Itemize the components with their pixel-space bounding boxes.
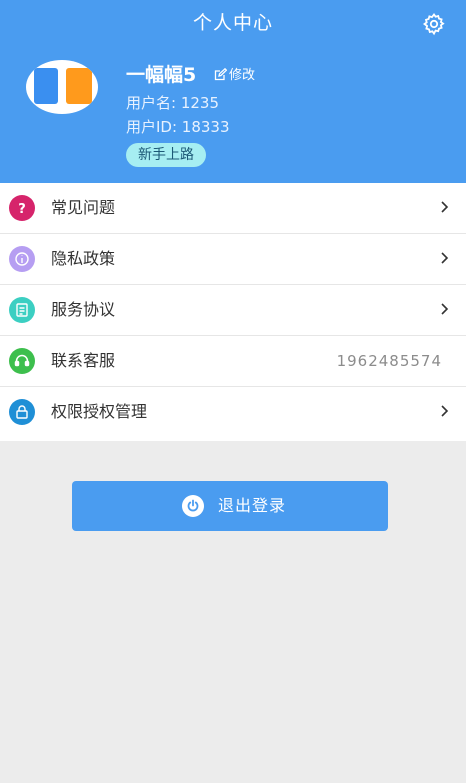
menu-item-label: 常见问题 xyxy=(51,198,116,217)
chevron-right-icon xyxy=(441,303,449,315)
logout-label: 退出登录 xyxy=(218,496,287,515)
menu-item-label: 服务协议 xyxy=(51,300,116,319)
chevron-right-icon xyxy=(441,252,449,264)
power-icon xyxy=(182,495,204,517)
edit-label: 修改 xyxy=(229,68,256,83)
settings-menu: ? 常见问题 隐私政策 服务协议 联系客服 1962485574 权限授权管理 xyxy=(0,183,466,441)
info-icon xyxy=(9,246,35,272)
question-icon: ? xyxy=(9,195,35,221)
menu-item-contact[interactable]: 联系客服 1962485574 xyxy=(0,336,466,387)
lock-icon xyxy=(9,399,35,425)
level-badge: 新手上路 xyxy=(126,143,206,167)
header-bar: 个人中心 xyxy=(0,0,466,46)
edit-profile-button[interactable]: 修改 xyxy=(214,64,255,83)
page-title: 个人中心 xyxy=(192,12,273,34)
username: 用户名: 1235 xyxy=(126,94,219,112)
logout-button[interactable]: 退出登录 xyxy=(72,481,388,531)
menu-item-faq[interactable]: ? 常见问题 xyxy=(0,183,466,234)
chevron-right-icon xyxy=(441,405,449,417)
gear-icon[interactable] xyxy=(422,12,446,36)
menu-item-label: 隐私政策 xyxy=(51,249,116,268)
menu-item-terms[interactable]: 服务协议 xyxy=(0,285,466,336)
headset-icon xyxy=(9,348,35,374)
edit-icon xyxy=(214,67,228,81)
document-icon xyxy=(9,297,35,323)
chevron-right-icon xyxy=(441,201,449,213)
profile-card: 一幅幅5 修改 用户名: 1235 用户ID: 18333 新手上路 xyxy=(0,46,466,183)
service-phone[interactable]: 1962485574 xyxy=(337,336,442,386)
user-id: 用户ID: 18333 xyxy=(126,118,230,136)
avatar[interactable] xyxy=(26,60,98,114)
nickname: 一幅幅5 xyxy=(126,64,197,86)
menu-item-label: 权限授权管理 xyxy=(51,402,148,421)
menu-item-privacy[interactable]: 隐私政策 xyxy=(0,234,466,285)
menu-item-label: 联系客服 xyxy=(51,351,116,370)
menu-item-permissions[interactable]: 权限授权管理 xyxy=(0,387,466,441)
svg-text:?: ? xyxy=(18,202,26,216)
